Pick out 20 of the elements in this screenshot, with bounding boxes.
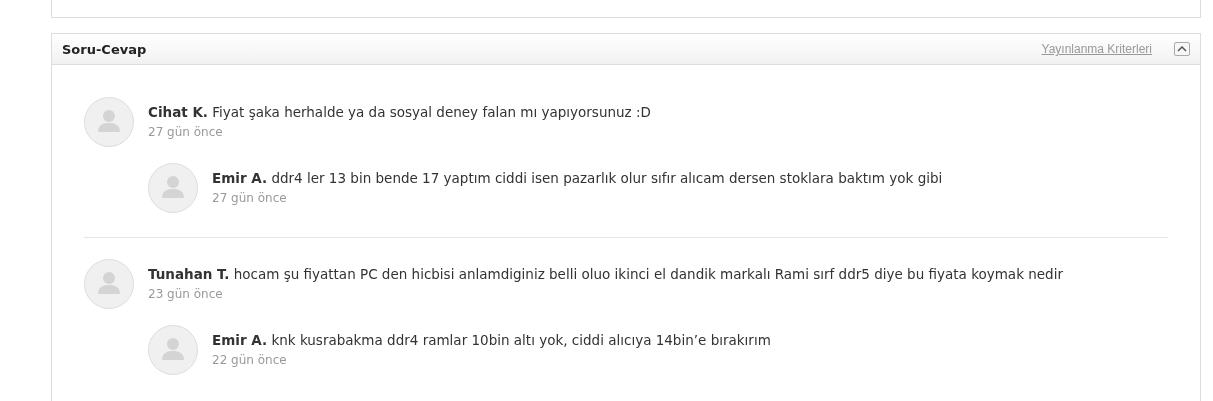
section-title: Soru-Cevap <box>62 41 148 57</box>
comment-text: Fiyat şaka herhalde ya da sosyal deney falan mı yapıyorsunuz :D <box>212 104 651 120</box>
comment-time: 23 gün önce <box>148 287 224 301</box>
comment-time: 22 gün önce <box>212 353 288 367</box>
comment-text: knk kusrabakma ddr4 ramlar 10bin altı yok, ciddi alıcıya 14bin’e bırakırım <box>271 332 771 348</box>
avatar-icon <box>148 325 198 375</box>
author-name: Emir A. <box>212 170 268 186</box>
avatar-icon <box>84 97 134 147</box>
comment-time: 27 gün önce <box>212 191 288 205</box>
author-name: Cihat K. <box>148 104 208 120</box>
avatar-icon <box>148 163 198 213</box>
comment-time: 27 gün önce <box>148 125 224 139</box>
criteria-link[interactable]: Yayınlanma Kriterleri <box>1041 42 1152 56</box>
avatar-icon <box>84 259 134 309</box>
comment-text: hocam şu fiyattan PC den hicbisi anlamdiginiz belli oluo ikinci el dandik markalı Rami sırf ddr5 diye bu fiyata koymak nedir <box>233 266 1063 282</box>
comment-text: ddr4 ler 13 bin bende 17 yaptım ciddi isen pazarlık olur sıfır alıcam dersen stoklara baktım yok gibi <box>271 170 943 186</box>
author-name: Emir A. <box>212 332 268 348</box>
chevron-up-icon <box>1177 46 1187 52</box>
author-name: Tunahan T. <box>148 266 230 282</box>
collapse-button[interactable] <box>1174 42 1190 56</box>
